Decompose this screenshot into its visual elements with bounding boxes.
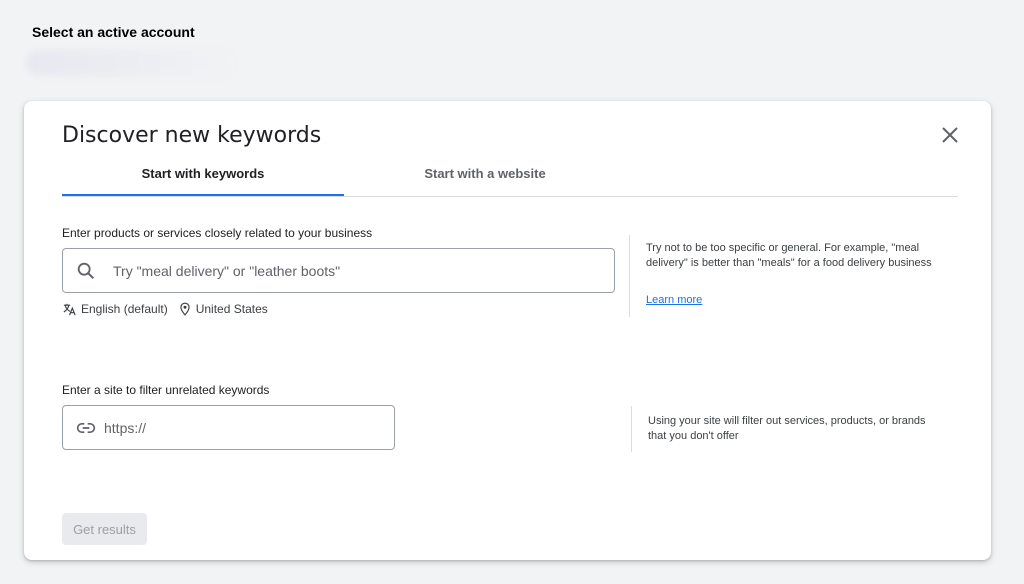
tab-label: Start with keywords (141, 165, 265, 181)
discover-keywords-dialog: Discover new keywords Start with keyword… (24, 101, 991, 560)
get-results-button[interactable]: Get results (62, 513, 147, 545)
dialog-title: Discover new keywords (62, 123, 322, 148)
language-selector[interactable]: English (default) (62, 302, 168, 317)
keywords-input-box[interactable] (62, 248, 615, 293)
site-help-text: Using your site will filter out services… (648, 415, 926, 442)
locale-settings-row: English (default) United States (62, 300, 278, 318)
help-divider (629, 235, 630, 317)
location-label: United States (195, 302, 268, 316)
language-label: English (default) (81, 302, 168, 316)
tab-start-with-website[interactable]: Start with a website (344, 151, 626, 195)
site-input-box[interactable] (62, 405, 395, 450)
link-icon (76, 417, 96, 439)
learn-more-link[interactable]: Learn more (646, 294, 702, 306)
keywords-field-label: Enter products or services closely relat… (62, 226, 373, 240)
tab-bar: Start with keywords Start with a website (62, 151, 958, 197)
tab-label: Start with a website (424, 165, 546, 181)
search-icon (75, 259, 97, 283)
close-button[interactable] (938, 123, 962, 147)
location-pin-icon (180, 302, 190, 316)
location-selector[interactable]: United States (178, 302, 268, 316)
tab-start-with-keywords[interactable]: Start with keywords (62, 151, 344, 196)
site-field-label: Enter a site to filter unrelated keyword… (62, 383, 270, 397)
site-url-input[interactable] (102, 418, 394, 437)
keywords-input[interactable] (111, 261, 614, 280)
keywords-help-text: Try not to be too specific or general. F… (646, 242, 932, 269)
site-help-divider (631, 406, 632, 452)
account-heading: Select an active account (32, 24, 195, 40)
account-selector-redacted[interactable] (26, 50, 234, 76)
close-icon (942, 127, 958, 143)
translate-icon (63, 303, 76, 315)
active-tab-indicator (62, 194, 344, 196)
